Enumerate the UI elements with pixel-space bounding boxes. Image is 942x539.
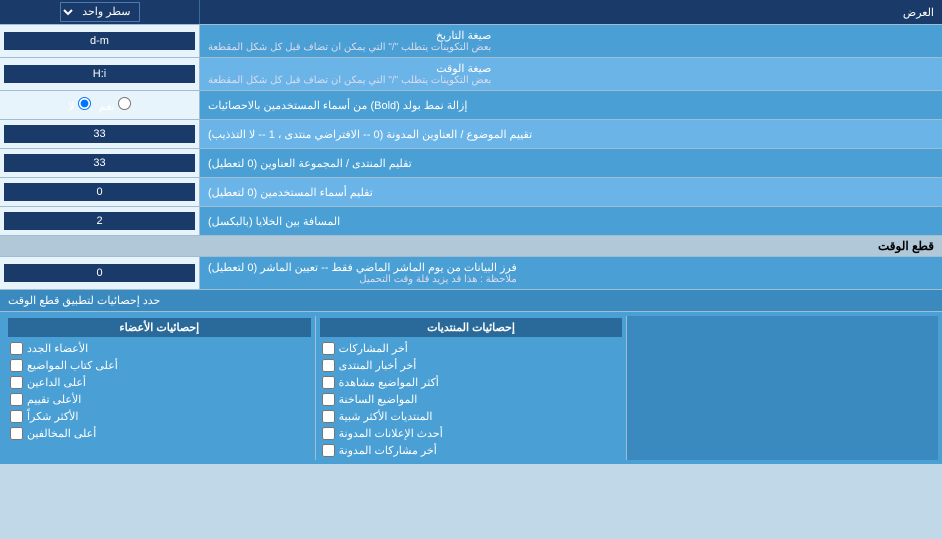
forum-stat-3-checkbox[interactable] (322, 376, 335, 389)
time-format-input-cell (0, 58, 200, 90)
member-stat-1-checkbox[interactable] (10, 342, 23, 355)
forum-stats-header: إحصائيات المنتديات (320, 318, 623, 337)
time-cut-label: فرز البيانات من يوم الماشر الماضي فقط --… (200, 257, 942, 289)
cell-spacing-input-cell (0, 207, 200, 235)
forum-stat-3: أكثر المواضيع مشاهدة (320, 375, 623, 390)
bold-no-label: لا (68, 97, 90, 113)
bold-yes-radio[interactable] (118, 97, 131, 110)
member-stat-3: أعلى الداعين (8, 375, 311, 390)
member-stat-2: أعلى كتاب المواضيع (8, 358, 311, 373)
usernames-trim-label: تقليم أسماء المستخدمين (0 لتعطيل) (200, 178, 942, 206)
member-stat-6-checkbox[interactable] (10, 427, 23, 440)
time-cut-header: قطع الوقت (0, 236, 942, 257)
forum-order-row: تقليم المنتدى / المجموعة العناوين (0 لتع… (0, 149, 942, 178)
stats-section: إحصائيات المنتديات أخر المشاركات أخر أخب… (0, 312, 942, 464)
limit-label-text: حدد إحصائيات لتطبيق قطع الوقت (0, 290, 942, 311)
main-container: العرض سطر واحد سطرين ثلاثة أسطر صيغة الت… (0, 0, 942, 464)
forum-order-label: تقليم المنتدى / المجموعة العناوين (0 لتع… (200, 149, 942, 177)
topics-order-label: تقييم الموضوع / العناوين المدونة (0 -- ا… (200, 120, 942, 148)
time-cut-row-note: ملاحظة : هذا قد يزيد قلة وقت التحميل (208, 274, 517, 285)
cell-spacing-row: المسافة بين الخلايا (بالبكسل) (0, 207, 942, 236)
forum-stat-6-checkbox[interactable] (322, 427, 335, 440)
forum-order-input[interactable] (4, 154, 195, 172)
time-format-note: بعض التكوينات يتطلب "/" التي يمكن ان تضا… (208, 75, 491, 86)
date-format-title: صيغة التاريخ (208, 29, 491, 42)
time-cut-title: قطع الوقت (878, 239, 934, 253)
member-stat-2-checkbox[interactable] (10, 359, 23, 372)
forum-stat-7-checkbox[interactable] (322, 444, 335, 457)
forum-stat-2-checkbox[interactable] (322, 359, 335, 372)
forum-order-input-cell (0, 149, 200, 177)
member-stat-5: الأكثر شكراً (8, 409, 311, 424)
forum-stat-4-checkbox[interactable] (322, 393, 335, 406)
bold-title: إزالة نمط بولد (Bold) من أسماء المستخدمي… (208, 99, 467, 112)
date-format-input-cell (0, 25, 200, 57)
time-cut-row: فرز البيانات من يوم الماشر الماضي فقط --… (0, 257, 942, 290)
forum-stats-col: إحصائيات المنتديات أخر المشاركات أخر أخب… (315, 316, 628, 460)
member-stat-4-checkbox[interactable] (10, 393, 23, 406)
topics-order-title: تقييم الموضوع / العناوين المدونة (0 -- ا… (208, 128, 532, 141)
topics-order-input[interactable] (4, 125, 195, 143)
usernames-trim-input[interactable] (4, 183, 195, 201)
cell-spacing-label: المسافة بين الخلايا (بالبكسل) (200, 207, 942, 235)
time-format-title: صيغة الوقت (208, 62, 491, 75)
forum-stat-4: المواضيع الساخنة (320, 392, 623, 407)
date-format-input[interactable] (4, 32, 195, 50)
header-row: العرض سطر واحد سطرين ثلاثة أسطر (0, 0, 942, 25)
usernames-trim-title: تقليم أسماء المستخدمين (0 لتعطيل) (208, 186, 373, 199)
display-mode-select[interactable]: سطر واحد سطرين ثلاثة أسطر (60, 2, 140, 22)
bold-yes-label: نعم (99, 97, 131, 113)
forum-stat-7: أخر مشاركات المدونة (320, 443, 623, 458)
forum-stat-5: المنتديات الأكثر شبية (320, 409, 623, 424)
header-dropdown-cell: سطر واحد سطرين ثلاثة أسطر (0, 0, 200, 24)
limit-title: حدد إحصائيات لتطبيق قطع الوقت (8, 294, 160, 307)
header-title: العرض (903, 7, 934, 19)
time-cut-input[interactable] (4, 264, 195, 282)
time-cut-input-cell (0, 257, 200, 289)
member-stat-1: الأعضاء الجدد (8, 341, 311, 356)
topics-order-input-cell (0, 120, 200, 148)
date-format-row: صيغة التاريخ بعض التكوينات يتطلب "/" الت… (0, 25, 942, 58)
bold-no-radio[interactable] (78, 97, 91, 110)
topics-order-row: تقييم الموضوع / العناوين المدونة (0 -- ا… (0, 120, 942, 149)
member-stats-col: إحصائيات الأعضاء الأعضاء الجدد أعلى كتاب… (4, 316, 315, 460)
member-stat-4: الأعلى تقييم (8, 392, 311, 407)
usernames-trim-input-cell (0, 178, 200, 206)
forum-order-title: تقليم المنتدى / المجموعة العناوين (0 لتع… (208, 157, 412, 170)
member-stat-3-checkbox[interactable] (10, 376, 23, 389)
header-label: العرض (200, 3, 942, 22)
time-format-input[interactable] (4, 65, 195, 83)
forum-stat-2: أخر أخبار المنتدى (320, 358, 623, 373)
time-cut-row-label: فرز البيانات من يوم الماشر الماضي فقط --… (208, 261, 517, 274)
limit-area (627, 316, 938, 460)
bold-radio-group: نعم لا (60, 95, 138, 115)
forum-stat-1: أخر المشاركات (320, 341, 623, 356)
stats-grid: إحصائيات المنتديات أخر المشاركات أخر أخب… (4, 316, 938, 460)
date-format-note: بعض التكوينات يتطلب "/" التي يمكن ان تضا… (208, 42, 491, 53)
forum-stat-1-checkbox[interactable] (322, 342, 335, 355)
forum-stat-5-checkbox[interactable] (322, 410, 335, 423)
forum-stat-6: أحدث الإعلانات المدونة (320, 426, 623, 441)
date-format-label: صيغة التاريخ بعض التكوينات يتطلب "/" الت… (200, 25, 942, 57)
cell-spacing-input[interactable] (4, 212, 195, 230)
time-format-row: صيغة الوقت بعض التكوينات يتطلب "/" التي … (0, 58, 942, 91)
bold-radio-cell: نعم لا (0, 91, 200, 119)
member-stats-header: إحصائيات الأعضاء (8, 318, 311, 337)
cell-spacing-title: المسافة بين الخلايا (بالبكسل) (208, 215, 340, 228)
member-stat-5-checkbox[interactable] (10, 410, 23, 423)
bold-label: إزالة نمط بولد (Bold) من أسماء المستخدمي… (200, 91, 942, 119)
bold-row: إزالة نمط بولد (Bold) من أسماء المستخدمي… (0, 91, 942, 120)
member-stat-6: أعلى المخالفين (8, 426, 311, 441)
time-format-label: صيغة الوقت بعض التكوينات يتطلب "/" التي … (200, 58, 942, 90)
usernames-trim-row: تقليم أسماء المستخدمين (0 لتعطيل) (0, 178, 942, 207)
limit-row: حدد إحصائيات لتطبيق قطع الوقت (0, 290, 942, 312)
